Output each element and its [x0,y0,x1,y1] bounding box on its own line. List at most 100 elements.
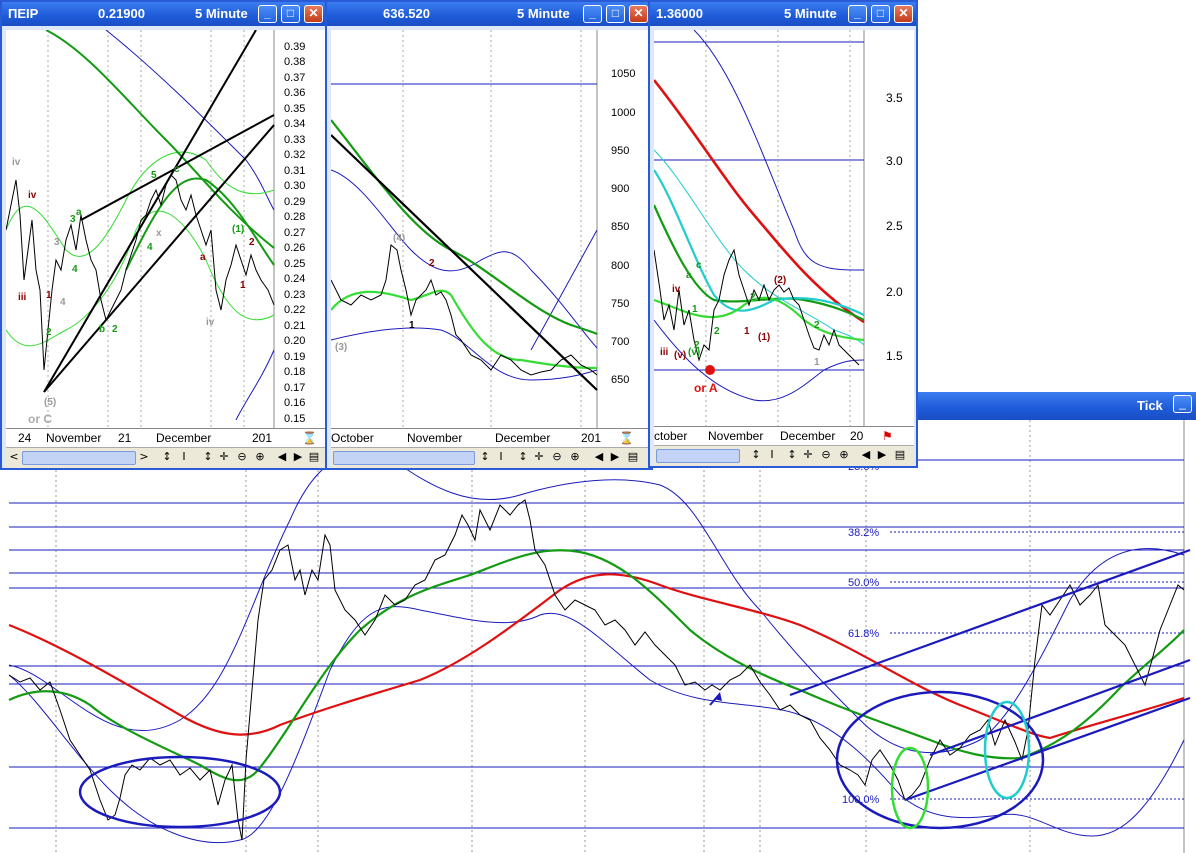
prev-icon[interactable]: ◀ [276,450,288,464]
window-1-maximize-button[interactable]: □ [281,5,300,23]
window-2-scroll-thumb[interactable] [333,451,475,465]
svg-text:4: 4 [60,297,66,308]
svg-text:2: 2 [814,320,820,331]
svg-text:0.35: 0.35 [284,103,305,115]
svg-text:0.24: 0.24 [284,273,305,285]
vertical-scale-icon[interactable]: ↕ [161,450,173,464]
vertical-scale-icon[interactable]: ↕ [750,448,762,462]
window-3-axis-marker-icon[interactable]: ⚑ [882,429,893,443]
svg-text:0.37: 0.37 [284,72,305,84]
window-3-minimize-button[interactable]: _ [848,5,867,23]
grid-icon[interactable]: ▤ [308,450,320,464]
svg-text:a: a [76,207,82,218]
svg-text:0.23: 0.23 [284,289,305,301]
svg-text:or C: or C [28,412,52,426]
window-2-maximize-button[interactable]: □ [606,5,625,23]
svg-text:b: b [99,324,105,335]
pan-icon[interactable]: ↕ [786,448,798,462]
cursor-icon[interactable]: I [178,450,190,464]
svg-text:a: a [200,252,206,263]
cursor-icon[interactable]: I [495,450,507,464]
svg-text:3: 3 [54,237,60,248]
zoom-in-icon[interactable]: ⊕ [569,450,581,464]
chart-window-1: ΠΕΙΡ 0.21900 5 Minute _ □ ✕ 0.39 0.38 0.3… [0,0,330,470]
window-1-minimize-button[interactable]: _ [258,5,277,23]
window-2-x-axis: October November December 201 ⌛ [331,428,649,447]
svg-text:750: 750 [611,298,629,310]
crosshair-icon[interactable]: ✛ [802,448,814,462]
window-3-scroll-thumb[interactable] [656,449,740,463]
window-1-scroll-thumb[interactable] [22,451,136,465]
zoom-out-icon[interactable]: ⊖ [551,450,563,464]
svg-text:(3): (3) [335,342,347,353]
svg-text:0.26: 0.26 [284,242,305,254]
scroll-right-icon[interactable]: > [138,450,150,464]
svg-text:2: 2 [429,258,435,269]
svg-text:950: 950 [611,145,629,157]
svg-text:0.29: 0.29 [284,196,305,208]
svg-text:900: 900 [611,183,629,195]
scroll-left-icon[interactable]: < [8,450,20,464]
window-1-plot: 0.39 0.38 0.37 0.36 0.35 0.34 0.33 0.32 0.31… [5,29,326,428]
tick-chart: 23.6% 38.2% 50.0% 61.8% 100.0% [8,420,1196,853]
svg-text:2: 2 [112,324,118,335]
svg-text:0.36: 0.36 [284,87,305,99]
svg-text:2.5: 2.5 [886,219,903,233]
svg-text:0.15: 0.15 [284,413,305,425]
crosshair-icon[interactable]: ✛ [533,450,545,464]
window-1-x-axis: 24 November 21 December 201 ⌛ [6,428,326,447]
vertical-scale-icon[interactable]: ↕ [479,450,491,464]
prev-icon[interactable]: ◀ [593,450,605,464]
fib-label-382: 38.2% [848,527,879,539]
svg-text:850: 850 [611,221,629,233]
grid-icon[interactable]: ▤ [627,450,639,464]
window-1-axis-marker-icon[interactable]: ⌛ [302,431,317,445]
window-1-y-axis: 0.39 0.38 0.37 0.36 0.35 0.34 0.33 0.32 0.31… [284,41,305,425]
svg-text:0.19: 0.19 [284,351,305,363]
window-2-toolbar: ↕ I ↕ ✛ ⊖ ⊕ ◀ ▶ ▤ [331,447,649,468]
svg-text:0.31: 0.31 [284,165,305,177]
svg-text:2: 2 [714,326,720,337]
svg-text:1: 1 [240,280,246,291]
svg-text:0.20: 0.20 [284,335,305,347]
next-icon[interactable]: ▶ [876,448,888,462]
window-1-price: 0.21900 [98,6,145,21]
window-2-plot: 1050 1000 950 900 850 800 750 700 650 (4… [330,30,649,428]
svg-text:2: 2 [694,340,700,351]
window-1-close-button[interactable]: ✕ [304,5,323,23]
zoom-out-icon[interactable]: ⊖ [236,450,248,464]
window-1-titlebar[interactable]: ΠΕΙΡ 0.21900 5 Minute _ □ ✕ [2,2,328,26]
svg-text:iv: iv [672,284,681,295]
window-3-close-button[interactable]: ✕ [894,5,913,23]
window-2-minimize-button[interactable]: _ [583,5,602,23]
window-3-maximize-button[interactable]: □ [871,5,890,23]
svg-text:0.30: 0.30 [284,180,305,192]
svg-text:iii: iii [18,292,27,303]
cursor-icon[interactable]: I [766,448,778,462]
crosshair-icon[interactable]: ✛ [218,450,230,464]
prev-icon[interactable]: ◀ [860,448,872,462]
svg-text:650: 650 [611,374,629,386]
minimize-button[interactable]: _ [1173,395,1192,413]
window-2-close-button[interactable]: ✕ [629,5,648,23]
next-icon[interactable]: ▶ [292,450,304,464]
pan-icon[interactable]: ↕ [202,450,214,464]
svg-text:0.39: 0.39 [284,41,305,53]
svg-text:0.16: 0.16 [284,397,305,409]
svg-text:(1): (1) [758,332,770,343]
svg-text:iv: iv [28,190,37,201]
svg-text:0.18: 0.18 [284,366,305,378]
window-2-titlebar[interactable]: 636.520 5 Minute _ □ ✕ [327,2,651,26]
window-3-y-axis: 3.5 3.0 2.5 2.0 1.5 [886,91,903,363]
window-3-titlebar[interactable]: 1.36000 5 Minute _ □ ✕ [650,2,916,26]
pan-icon[interactable]: ↕ [517,450,529,464]
svg-text:3: 3 [70,214,76,225]
fib-label-500: 50.0% [848,577,879,589]
zoom-out-icon[interactable]: ⊖ [820,448,832,462]
svg-text:4: 4 [72,264,78,275]
zoom-in-icon[interactable]: ⊕ [254,450,266,464]
next-icon[interactable]: ▶ [609,450,621,464]
window-2-axis-marker-icon[interactable]: ⌛ [619,431,634,445]
zoom-in-icon[interactable]: ⊕ [838,448,850,462]
grid-icon[interactable]: ▤ [894,448,906,462]
